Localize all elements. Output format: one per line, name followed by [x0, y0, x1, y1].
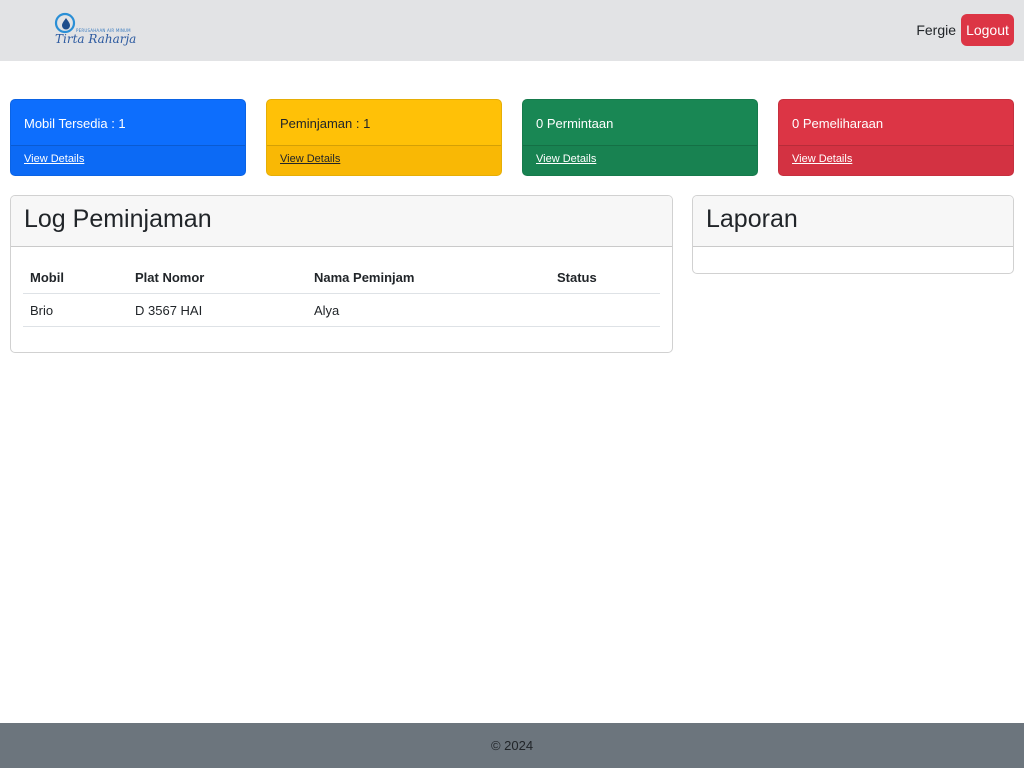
- stat-footer: View Details: [267, 146, 501, 175]
- stat-card-mobil-tersedia: Mobil Tersedia : 1 View Details: [10, 99, 246, 176]
- logo-text: Tirta Raharja: [55, 32, 137, 46]
- column-header-status: Status: [550, 261, 660, 294]
- footer: © 2024: [0, 723, 1024, 768]
- panel-title: Log Peminjaman: [24, 205, 212, 233]
- user-name: Fergie: [916, 22, 956, 38]
- column-header-nama-peminjam: Nama Peminjam: [307, 261, 550, 294]
- laporan-panel: Laporan: [692, 195, 1014, 274]
- panel-title: Laporan: [706, 205, 798, 233]
- stat-label: 0 Permintaan: [523, 100, 757, 146]
- stat-footer: View Details: [523, 146, 757, 175]
- stat-label: Mobil Tersedia : 1: [11, 100, 245, 146]
- table-row: Brio D 3567 HAI Alya: [23, 293, 660, 327]
- panel-header: Laporan: [693, 196, 1013, 247]
- stat-footer: View Details: [11, 146, 245, 175]
- log-peminjaman-panel: Log Peminjaman Mobil Plat Nomor Nama Pem…: [10, 195, 673, 353]
- panel-body: [693, 247, 1013, 273]
- panel-header: Log Peminjaman: [11, 196, 672, 247]
- view-details-link[interactable]: View Details: [24, 153, 84, 165]
- logout-button[interactable]: Logout: [961, 14, 1014, 46]
- table-header-row: Mobil Plat Nomor Nama Peminjam Status: [23, 261, 660, 294]
- stat-card-permintaan: 0 Permintaan View Details: [522, 99, 758, 176]
- cell-nama-peminjam: Alya: [307, 293, 550, 327]
- column-header-mobil: Mobil: [23, 261, 128, 294]
- cell-status: [550, 293, 660, 327]
- navbar: PERUSAHAAN AIR MINUM Tirta Raharja Fergi…: [0, 0, 1024, 61]
- cell-plat-nomor: D 3567 HAI: [128, 293, 307, 327]
- logo[interactable]: PERUSAHAAN AIR MINUM Tirta Raharja: [54, 12, 136, 48]
- view-details-link[interactable]: View Details: [280, 153, 340, 165]
- view-details-link[interactable]: View Details: [536, 153, 596, 165]
- log-table: Mobil Plat Nomor Nama Peminjam Status Br…: [23, 261, 660, 327]
- view-details-link[interactable]: View Details: [792, 153, 852, 165]
- stat-footer: View Details: [779, 146, 1013, 175]
- stat-card-peminjaman: Peminjaman : 1 View Details: [266, 99, 502, 176]
- stat-label: Peminjaman : 1: [267, 100, 501, 146]
- stat-card-pemeliharaan: 0 Pemeliharaan View Details: [778, 99, 1014, 176]
- cell-mobil: Brio: [23, 293, 128, 327]
- copyright-text: © 2024: [490, 738, 534, 753]
- column-header-plat-nomor: Plat Nomor: [128, 261, 307, 294]
- stat-label: 0 Pemeliharaan: [779, 100, 1013, 146]
